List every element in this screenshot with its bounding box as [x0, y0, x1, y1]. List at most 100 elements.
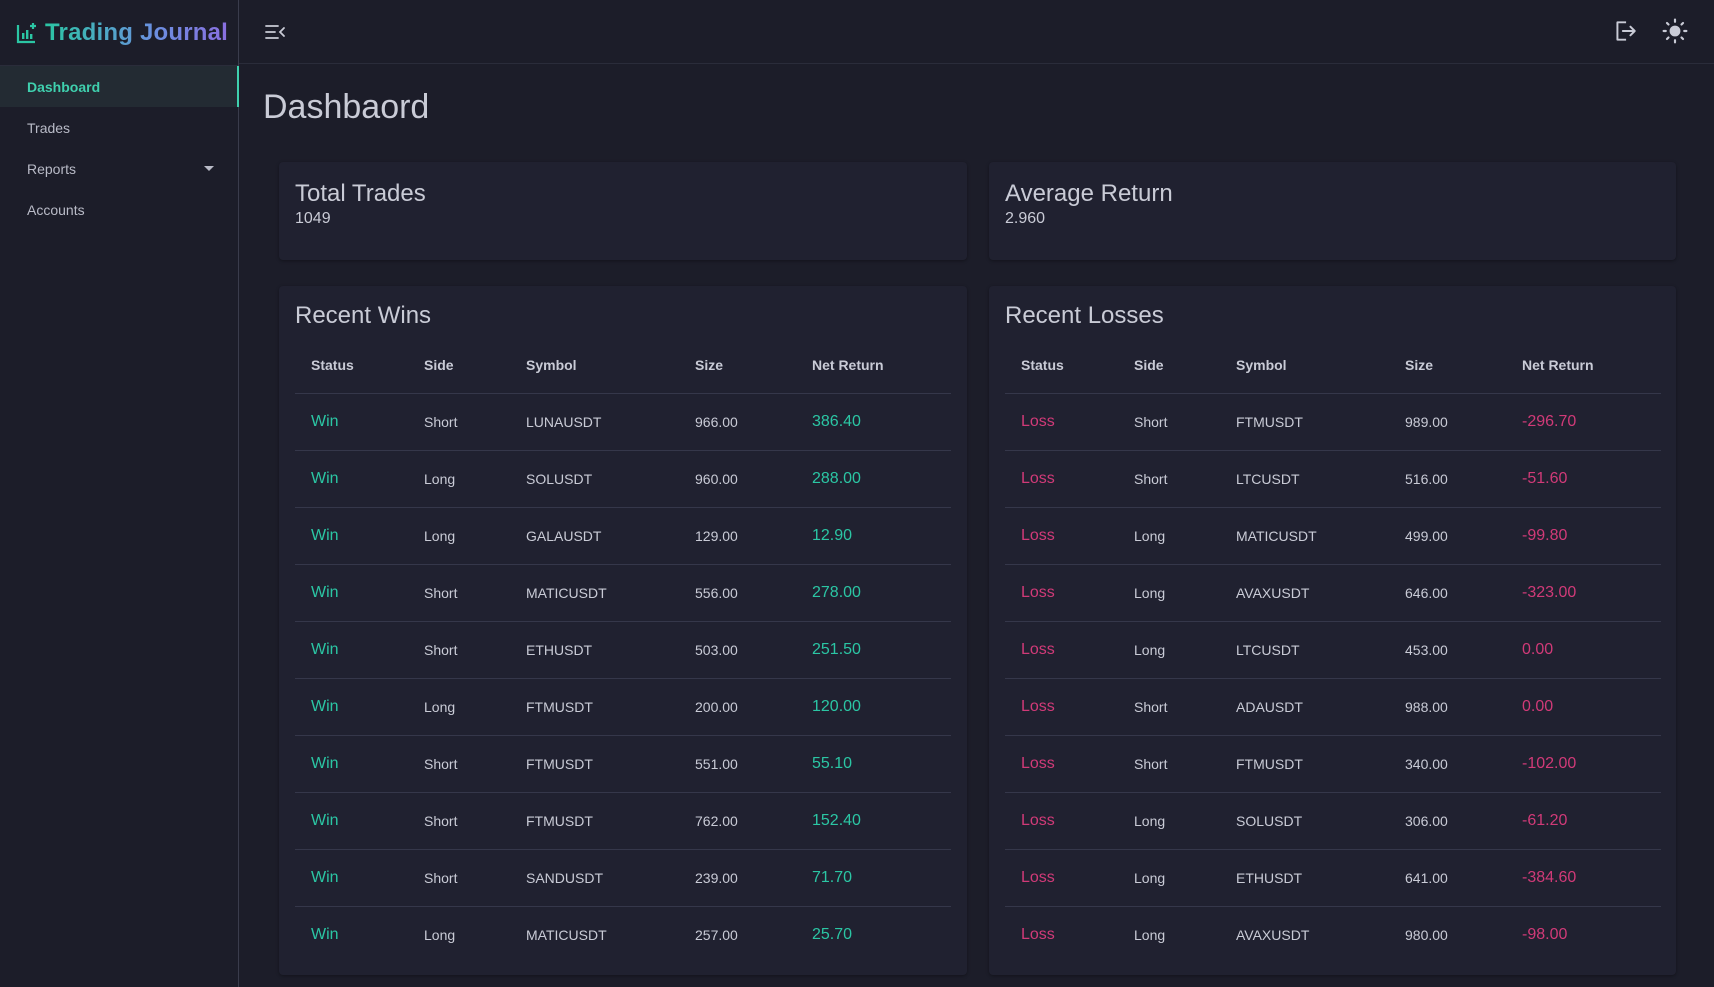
column-header: Side [1118, 338, 1220, 394]
symbol-cell: MATICUSDT [1220, 507, 1389, 565]
symbol-cell: ETHUSDT [510, 621, 679, 679]
recent-losses-card: Recent Losses Status Side Symbol Size Ne… [989, 286, 1676, 975]
table-row[interactable]: Win Long MATICUSDT 257.00 25.70 [295, 906, 951, 963]
net-return-cell: 71.70 [796, 849, 951, 907]
net-return-cell: 278.00 [796, 564, 951, 622]
net-return-cell: -323.00 [1506, 564, 1661, 622]
side-cell: Short [1118, 735, 1220, 793]
status-cell: Win [295, 849, 408, 907]
side-cell: Short [408, 849, 510, 907]
table-row[interactable]: Loss Long SOLUSDT 306.00 -61.20 [1005, 792, 1661, 850]
status-cell: Loss [1005, 507, 1118, 565]
side-cell: Short [1118, 678, 1220, 736]
side-cell: Short [408, 735, 510, 793]
recent-wins-title: Recent Wins [295, 302, 432, 329]
size-cell: 453.00 [1389, 621, 1506, 679]
size-cell: 503.00 [679, 621, 796, 679]
side-cell: Long [408, 450, 510, 508]
column-header: Size [1389, 338, 1506, 394]
symbol-cell: LTCUSDT [1220, 621, 1389, 679]
side-cell: Short [408, 564, 510, 622]
table-row[interactable]: Loss Short ADAUSDT 988.00 0.00 [1005, 678, 1661, 736]
topbar [239, 0, 1714, 64]
symbol-cell: FTMUSDT [1220, 393, 1389, 451]
size-cell: 988.00 [1389, 678, 1506, 736]
sidebar-item-label: Reports [27, 160, 77, 177]
table-row[interactable]: Win Long SOLUSDT 960.00 288.00 [295, 450, 951, 508]
table-row[interactable]: Loss Long ETHUSDT 641.00 -384.60 [1005, 849, 1661, 907]
table-row[interactable]: Loss Long MATICUSDT 499.00 -99.80 [1005, 507, 1661, 565]
sun-icon[interactable] [1662, 18, 1688, 44]
table-row[interactable]: Loss Long AVAXUSDT 980.00 -98.00 [1005, 906, 1661, 963]
size-cell: 129.00 [679, 507, 796, 565]
side-cell: Long [1118, 564, 1220, 622]
size-cell: 340.00 [1389, 735, 1506, 793]
status-cell: Loss [1005, 792, 1118, 850]
column-header: Status [1005, 338, 1118, 394]
net-return-cell: 25.70 [812, 925, 853, 943]
sidebar-item-label: Accounts [27, 201, 85, 218]
total-trades-card: Total Trades 1049 [279, 162, 967, 260]
status-cell: Win [295, 678, 408, 736]
sidebar-item-dashboard[interactable]: Dashboard [0, 66, 239, 107]
status-cell: Win [295, 792, 408, 850]
chevron-down-icon [204, 166, 214, 171]
net-return-cell: 251.50 [796, 621, 951, 679]
sidebar-nav: Dashboard Trades Reports Accounts [0, 66, 239, 230]
symbol-cell: FTMUSDT [510, 735, 679, 793]
side-cell: Short [1118, 393, 1220, 451]
table-row[interactable]: Loss Short FTMUSDT 340.00 -102.00 [1005, 735, 1661, 793]
table-row[interactable]: Win Short ETHUSDT 503.00 251.50 [295, 621, 951, 679]
table-row[interactable]: Win Short FTMUSDT 551.00 55.10 [295, 735, 951, 793]
sidebar-item-accounts[interactable]: Accounts [0, 189, 238, 230]
net-return-cell: -296.70 [1506, 393, 1661, 451]
recent-losses-table: Status Side Symbol Size Net Return Loss S… [1005, 338, 1661, 963]
side-cell: Short [408, 393, 510, 451]
status-cell: Win [295, 735, 408, 793]
symbol-cell: AVAXUSDT [1236, 926, 1310, 943]
page-title: Dashbaord [263, 88, 430, 126]
size-cell: 499.00 [1389, 507, 1506, 565]
net-return-cell: 386.40 [796, 393, 951, 451]
table-row[interactable]: Win Short SANDUSDT 239.00 71.70 [295, 849, 951, 907]
table-row[interactable]: Win Short FTMUSDT 762.00 152.40 [295, 792, 951, 850]
column-header: Size [679, 338, 796, 394]
net-return-cell: 152.40 [796, 792, 951, 850]
status-cell: Win [295, 507, 408, 565]
table-row[interactable]: Loss Short LTCUSDT 516.00 -51.60 [1005, 450, 1661, 508]
symbol-cell: ETHUSDT [1220, 849, 1389, 907]
average-return-value: 2.960 [1005, 210, 1046, 227]
table-row[interactable]: Loss Short FTMUSDT 989.00 -296.70 [1005, 393, 1661, 451]
side-cell: Long [408, 507, 510, 565]
table-row[interactable]: Win Short MATICUSDT 556.00 278.00 [295, 564, 951, 622]
side-cell: Long [1118, 792, 1220, 850]
status-cell: Loss [1005, 849, 1118, 907]
table-row[interactable]: Win Long FTMUSDT 200.00 120.00 [295, 678, 951, 736]
symbol-cell: FTMUSDT [1220, 735, 1389, 793]
symbol-cell: FTMUSDT [510, 678, 679, 736]
net-return-cell: 288.00 [796, 450, 951, 508]
menu-collapse-icon[interactable] [263, 20, 287, 44]
status-cell: Loss [1005, 393, 1118, 451]
table-row[interactable]: Loss Long AVAXUSDT 646.00 -323.00 [1005, 564, 1661, 622]
symbol-cell: ADAUSDT [1220, 678, 1389, 736]
table-header-row: Status Side Symbol Size Net Return [1005, 338, 1661, 394]
status-cell: Loss [1005, 450, 1118, 508]
brand[interactable]: Trading Journal [0, 0, 238, 66]
logout-icon[interactable] [1612, 18, 1638, 44]
sidebar-item-label: Trades [27, 119, 71, 136]
table-row[interactable]: Win Long GALAUSDT 129.00 12.90 [295, 507, 951, 565]
side-cell: Long [1118, 849, 1220, 907]
status-cell: Loss [1005, 735, 1118, 793]
table-row[interactable]: Win Short LUNAUSDT 966.00 386.40 [295, 393, 951, 451]
net-return-cell: -98.00 [1522, 925, 1568, 943]
column-header: Net Return [796, 338, 951, 394]
size-cell: 960.00 [679, 450, 796, 508]
sidebar-item-trades[interactable]: Trades [0, 107, 238, 148]
side-cell: Long [1118, 507, 1220, 565]
sidebar-item-reports[interactable]: Reports [0, 148, 238, 189]
column-header: Symbol [510, 338, 679, 394]
table-row[interactable]: Loss Long LTCUSDT 453.00 0.00 [1005, 621, 1661, 679]
symbol-cell: SANDUSDT [510, 849, 679, 907]
average-return-label: Average Return [1005, 180, 1173, 207]
